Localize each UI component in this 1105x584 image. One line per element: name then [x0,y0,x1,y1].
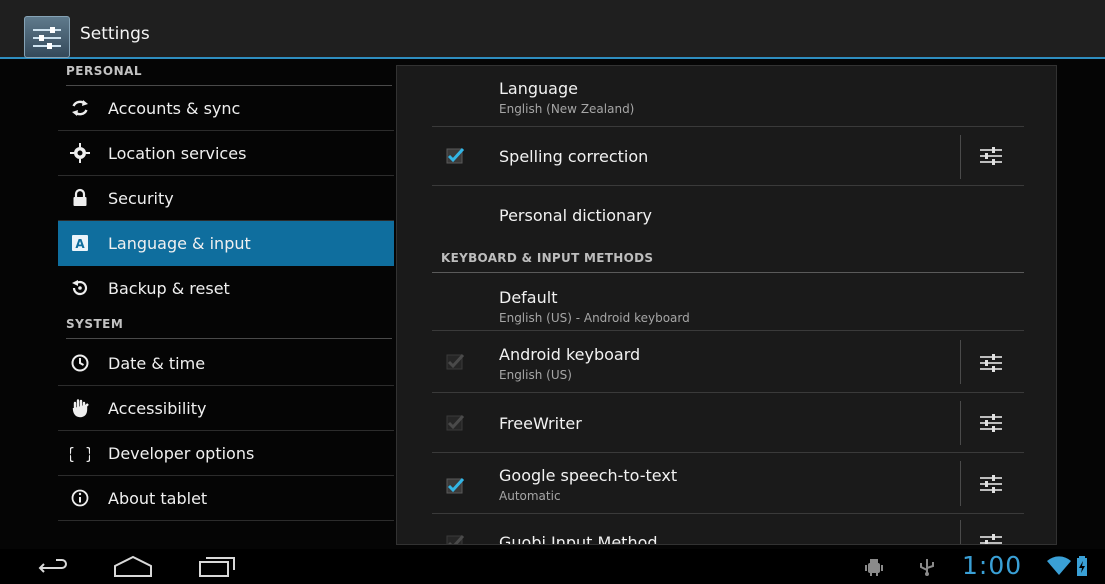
home-icon[interactable] [112,554,154,578]
freewriter-checkbox[interactable] [444,412,466,434]
header-item-location-services[interactable]: Location services [58,131,394,176]
freewriter-settings-icon[interactable] [979,412,1003,434]
header-item-developer-options[interactable]: { } Developer options [58,431,394,476]
default-summary: English (US) - Android keyboard [499,311,690,325]
header-item-accessibility[interactable]: Accessibility [58,386,394,431]
android-keyboard-checkbox[interactable] [444,351,466,373]
row-divider [960,520,961,544]
header-item-label: Language & input [108,234,251,253]
spelling-settings-icon[interactable] [979,145,1003,167]
info-icon [71,489,89,507]
header-item-label: Location services [108,144,247,163]
backup-icon [72,280,88,296]
action-bar: Settings [0,0,1105,59]
android-keyboard-settings-icon[interactable] [979,352,1003,374]
settings-app-icon[interactable] [24,16,70,58]
google-speech-summary: Automatic [499,489,561,503]
android-keyboard-summary: English (US) [499,368,572,382]
language-input-detail-pane[interactable]: Language English (New Zealand) Spelling … [396,65,1057,545]
header-item-language-input[interactable]: A Language & input [58,221,394,266]
settings-headers-list[interactable]: PERSONAL Accounts & sync Location servic… [58,59,394,549]
header-item-backup-reset[interactable]: Backup & reset [58,266,394,311]
android-debug-icon [865,559,883,576]
freewriter-preference[interactable]: FreeWriter [432,393,1024,453]
location-icon [70,143,90,163]
back-icon[interactable] [32,554,70,578]
header-item-label: Date & time [108,354,206,373]
spelling-correction-title: Spelling correction [499,147,649,166]
language-title: Language [499,79,578,98]
clock-icon [71,354,89,372]
personal-dictionary-preference[interactable]: Personal dictionary [432,186,1024,246]
hand-icon [72,399,89,418]
app-title: Settings [80,24,150,44]
header-item-label: Backup & reset [108,279,230,298]
system-nav-bar: 1:00 [0,549,1105,584]
personal-dictionary-title: Personal dictionary [499,206,652,225]
freewriter-title: FreeWriter [499,414,582,433]
header-item-label: Accessibility [108,399,207,418]
language-summary: English (New Zealand) [499,102,635,116]
status-clock: 1:00 [962,551,1023,580]
wifi-icon [1047,556,1071,575]
sync-icon [72,100,88,116]
battery-icon [1077,556,1087,576]
svg-text:A: A [75,237,85,251]
section-header-personal: PERSONAL [66,64,392,86]
header-item-accounts-sync[interactable]: Accounts & sync [58,86,394,131]
header-item-label: Accounts & sync [108,99,241,118]
google-speech-settings-icon[interactable] [979,473,1003,495]
recent-apps-icon[interactable] [196,554,238,578]
row-divider [960,401,961,445]
category-keyboard-input-methods: KEYBOARD & INPUT METHODS [432,251,1024,273]
lock-icon [73,188,87,206]
section-header-system: SYSTEM [66,317,392,339]
language-icon: A [72,235,88,251]
google-speech-preference[interactable]: Google speech-to-text Automatic [432,453,1024,514]
row-divider [960,340,961,384]
header-item-security[interactable]: Security [58,176,394,221]
header-item-about-tablet[interactable]: About tablet [58,476,394,521]
usb-icon [920,559,934,576]
header-item-label: Developer options [108,444,255,463]
guobi-preference[interactable]: Guobi Input Method [432,514,1024,545]
spelling-correction-preference[interactable]: Spelling correction [432,127,1024,186]
guobi-title: Guobi Input Method [499,533,658,545]
braces-icon: { } [70,444,90,463]
header-item-label: About tablet [108,489,208,508]
spelling-correction-checkbox[interactable] [444,145,466,167]
default-keyboard-preference[interactable]: Default English (US) - Android keyboard [432,274,1024,331]
screen: Settings PERSONAL Accounts & sync Locati… [0,0,1105,584]
header-item-label: Security [108,189,174,208]
guobi-checkbox[interactable] [444,532,466,545]
android-keyboard-title: Android keyboard [499,345,641,364]
default-title: Default [499,288,558,307]
header-item-date-time[interactable]: Date & time [58,341,394,386]
google-speech-title: Google speech-to-text [499,466,678,485]
android-keyboard-preference[interactable]: Android keyboard English (US) [432,331,1024,393]
guobi-settings-icon[interactable] [979,532,1003,545]
content-area: PERSONAL Accounts & sync Location servic… [0,59,1105,549]
google-speech-checkbox[interactable] [444,475,466,497]
row-divider [960,135,961,179]
svg-text:{ }: { } [70,444,90,463]
language-preference[interactable]: Language English (New Zealand) [432,66,1024,127]
row-divider [960,461,961,506]
